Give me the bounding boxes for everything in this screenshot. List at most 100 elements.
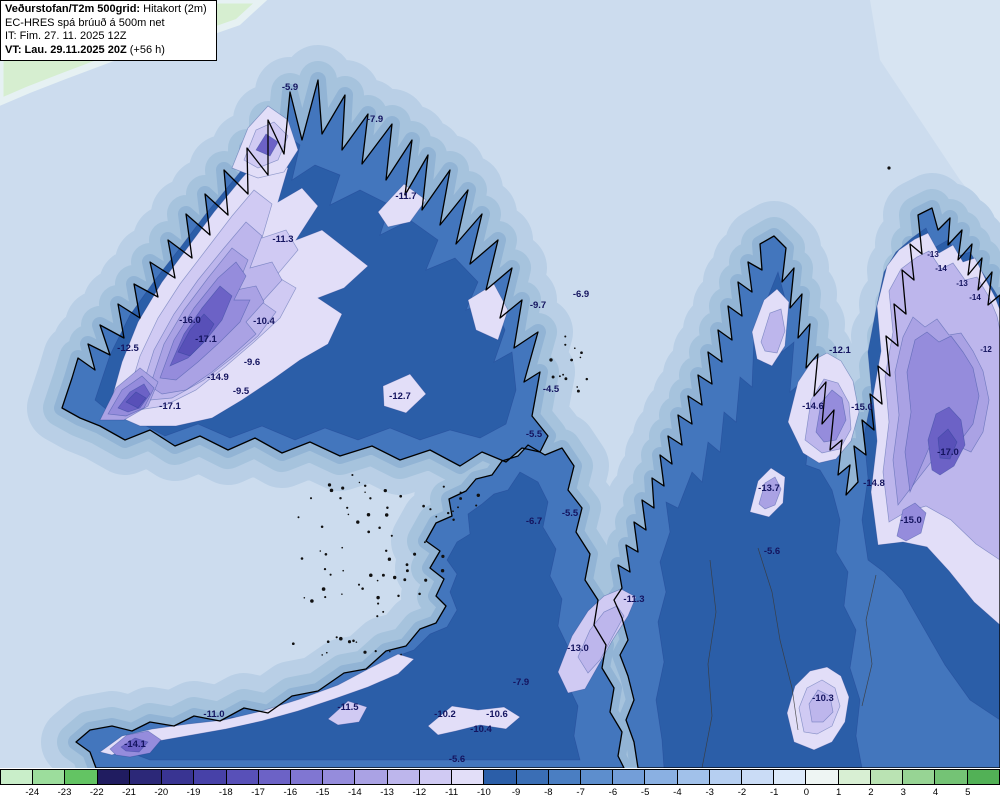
temp-label: -5.9 [282,82,298,93]
colorbar-cell [97,770,130,784]
island-dot [457,506,459,509]
temp-label: -12.1 [829,345,851,356]
island-dot [580,351,583,355]
colorbar-cell [516,770,549,784]
colorbar-cell [387,770,420,784]
forecast-info-panel: Veðurstofan/T2m 500grid: Hitakort (2m) E… [0,0,217,61]
colorbar-tick: 0 [803,787,810,798]
temp-label: -11.3 [272,234,293,245]
colorbar-cell [452,770,485,784]
colorbar-tick: -9 [511,787,521,798]
temp-label: -10.3 [812,693,834,704]
temp-label: -14.1 [124,739,146,750]
temp-label: -12.5 [117,343,139,354]
colorbar-tick: -23 [57,787,72,798]
island-dot [429,508,432,511]
island-dot [323,567,327,571]
island-dot [579,356,582,359]
island-dot [476,493,481,498]
temp-label: -14.9 [207,372,229,383]
colorbar-cell [355,770,388,784]
temp-label: -10.4 [253,316,275,327]
island-dot [341,486,345,490]
product-title: Veðurstofan/T2m 500grid: [5,3,141,15]
temp-label: -16.0 [179,315,201,326]
temp-label: -9.6 [244,357,260,368]
island-dot [564,335,567,338]
island-dot [386,506,389,509]
colorbar-tick: -13 [380,787,394,798]
colorbar-cells [0,769,1000,785]
island-dot [377,602,380,605]
colorbar-tick: -12 [412,787,427,798]
colorbar-cell [1,770,34,784]
island-dot [576,389,580,393]
island-dot [424,578,428,582]
colorbar-cell [65,770,98,784]
island-dot [356,520,360,524]
colorbar-cell [613,770,646,784]
temp-label: -10.6 [486,709,508,720]
island-dot [418,592,421,596]
colorbar-cell [903,770,936,784]
colorbar-cell [484,770,517,784]
temp-label: -11.0 [203,709,224,720]
colorbar-cell [774,770,807,784]
island-dot [341,546,344,549]
colorbar-tick: -6 [608,787,618,798]
temp-label: -11.7 [395,191,416,202]
island-dot [376,615,379,618]
temp-label: -13.7 [758,483,780,494]
valid-time-line: VT: Lau. 29.11.2025 20Z (+56 h) [5,44,207,58]
temp-label: -4.5 [543,384,560,395]
colorbar-tick: 2 [868,787,874,798]
island-dot [325,651,328,654]
init-time-line: IT: Fim. 27. 11. 2025 12Z [5,30,127,42]
colorbar-tick: -15 [315,787,330,798]
temp-label: -9.7 [530,300,546,311]
island-dot [341,593,343,595]
colorbar-tick: -2 [737,787,747,798]
colorbar-tick: -17 [251,787,265,798]
temp-label: -12 [980,345,992,354]
colorbar-tick: 1 [836,787,842,798]
island-dot [440,569,445,573]
colorbar-tick: -8 [544,787,553,798]
temp-label: -5.5 [562,508,579,519]
island-dot [310,599,314,603]
temp-label: -13.0 [567,643,589,654]
temp-label: -13 [956,279,968,288]
island-dot [324,596,327,599]
colorbar-cell [194,770,227,784]
island-dot [364,491,366,494]
colorbar-ticks: -24 -23 -22 -21 -20 -19 -18 -17 -16 -15 -14 -13 -12-… [0,787,1000,801]
colorbar-cell [645,770,678,784]
colorbar-tick: -19 [186,787,201,798]
colorbar-cell [677,770,710,784]
island-dot [573,347,576,350]
temp-label: -6.7 [526,516,542,527]
island-dot [399,494,403,498]
island-dot [291,642,295,646]
island-dot [339,496,342,500]
temp-label: -10.4 [470,724,492,735]
island-dot [413,552,417,556]
island-dot [378,526,381,530]
temp-label: -9.5 [233,386,250,397]
colorbar-cell [806,770,839,784]
island-dot [327,483,332,487]
colorbar-tick: -14 [347,787,362,798]
island-dot [387,557,392,561]
island-dot [564,377,568,381]
temp-label: -11.3 [623,594,644,605]
island-dot [366,513,371,517]
island-dot [423,541,426,544]
colorbar-tick: -7 [576,787,585,798]
island-dot [326,640,330,644]
colorbar-tick: 4 [932,787,939,798]
temp-label: -15.0 [851,402,873,413]
colorbar-cell [33,770,66,784]
island-dot [346,506,349,509]
temp-label: -17.1 [159,401,181,412]
island-dot [363,484,367,488]
